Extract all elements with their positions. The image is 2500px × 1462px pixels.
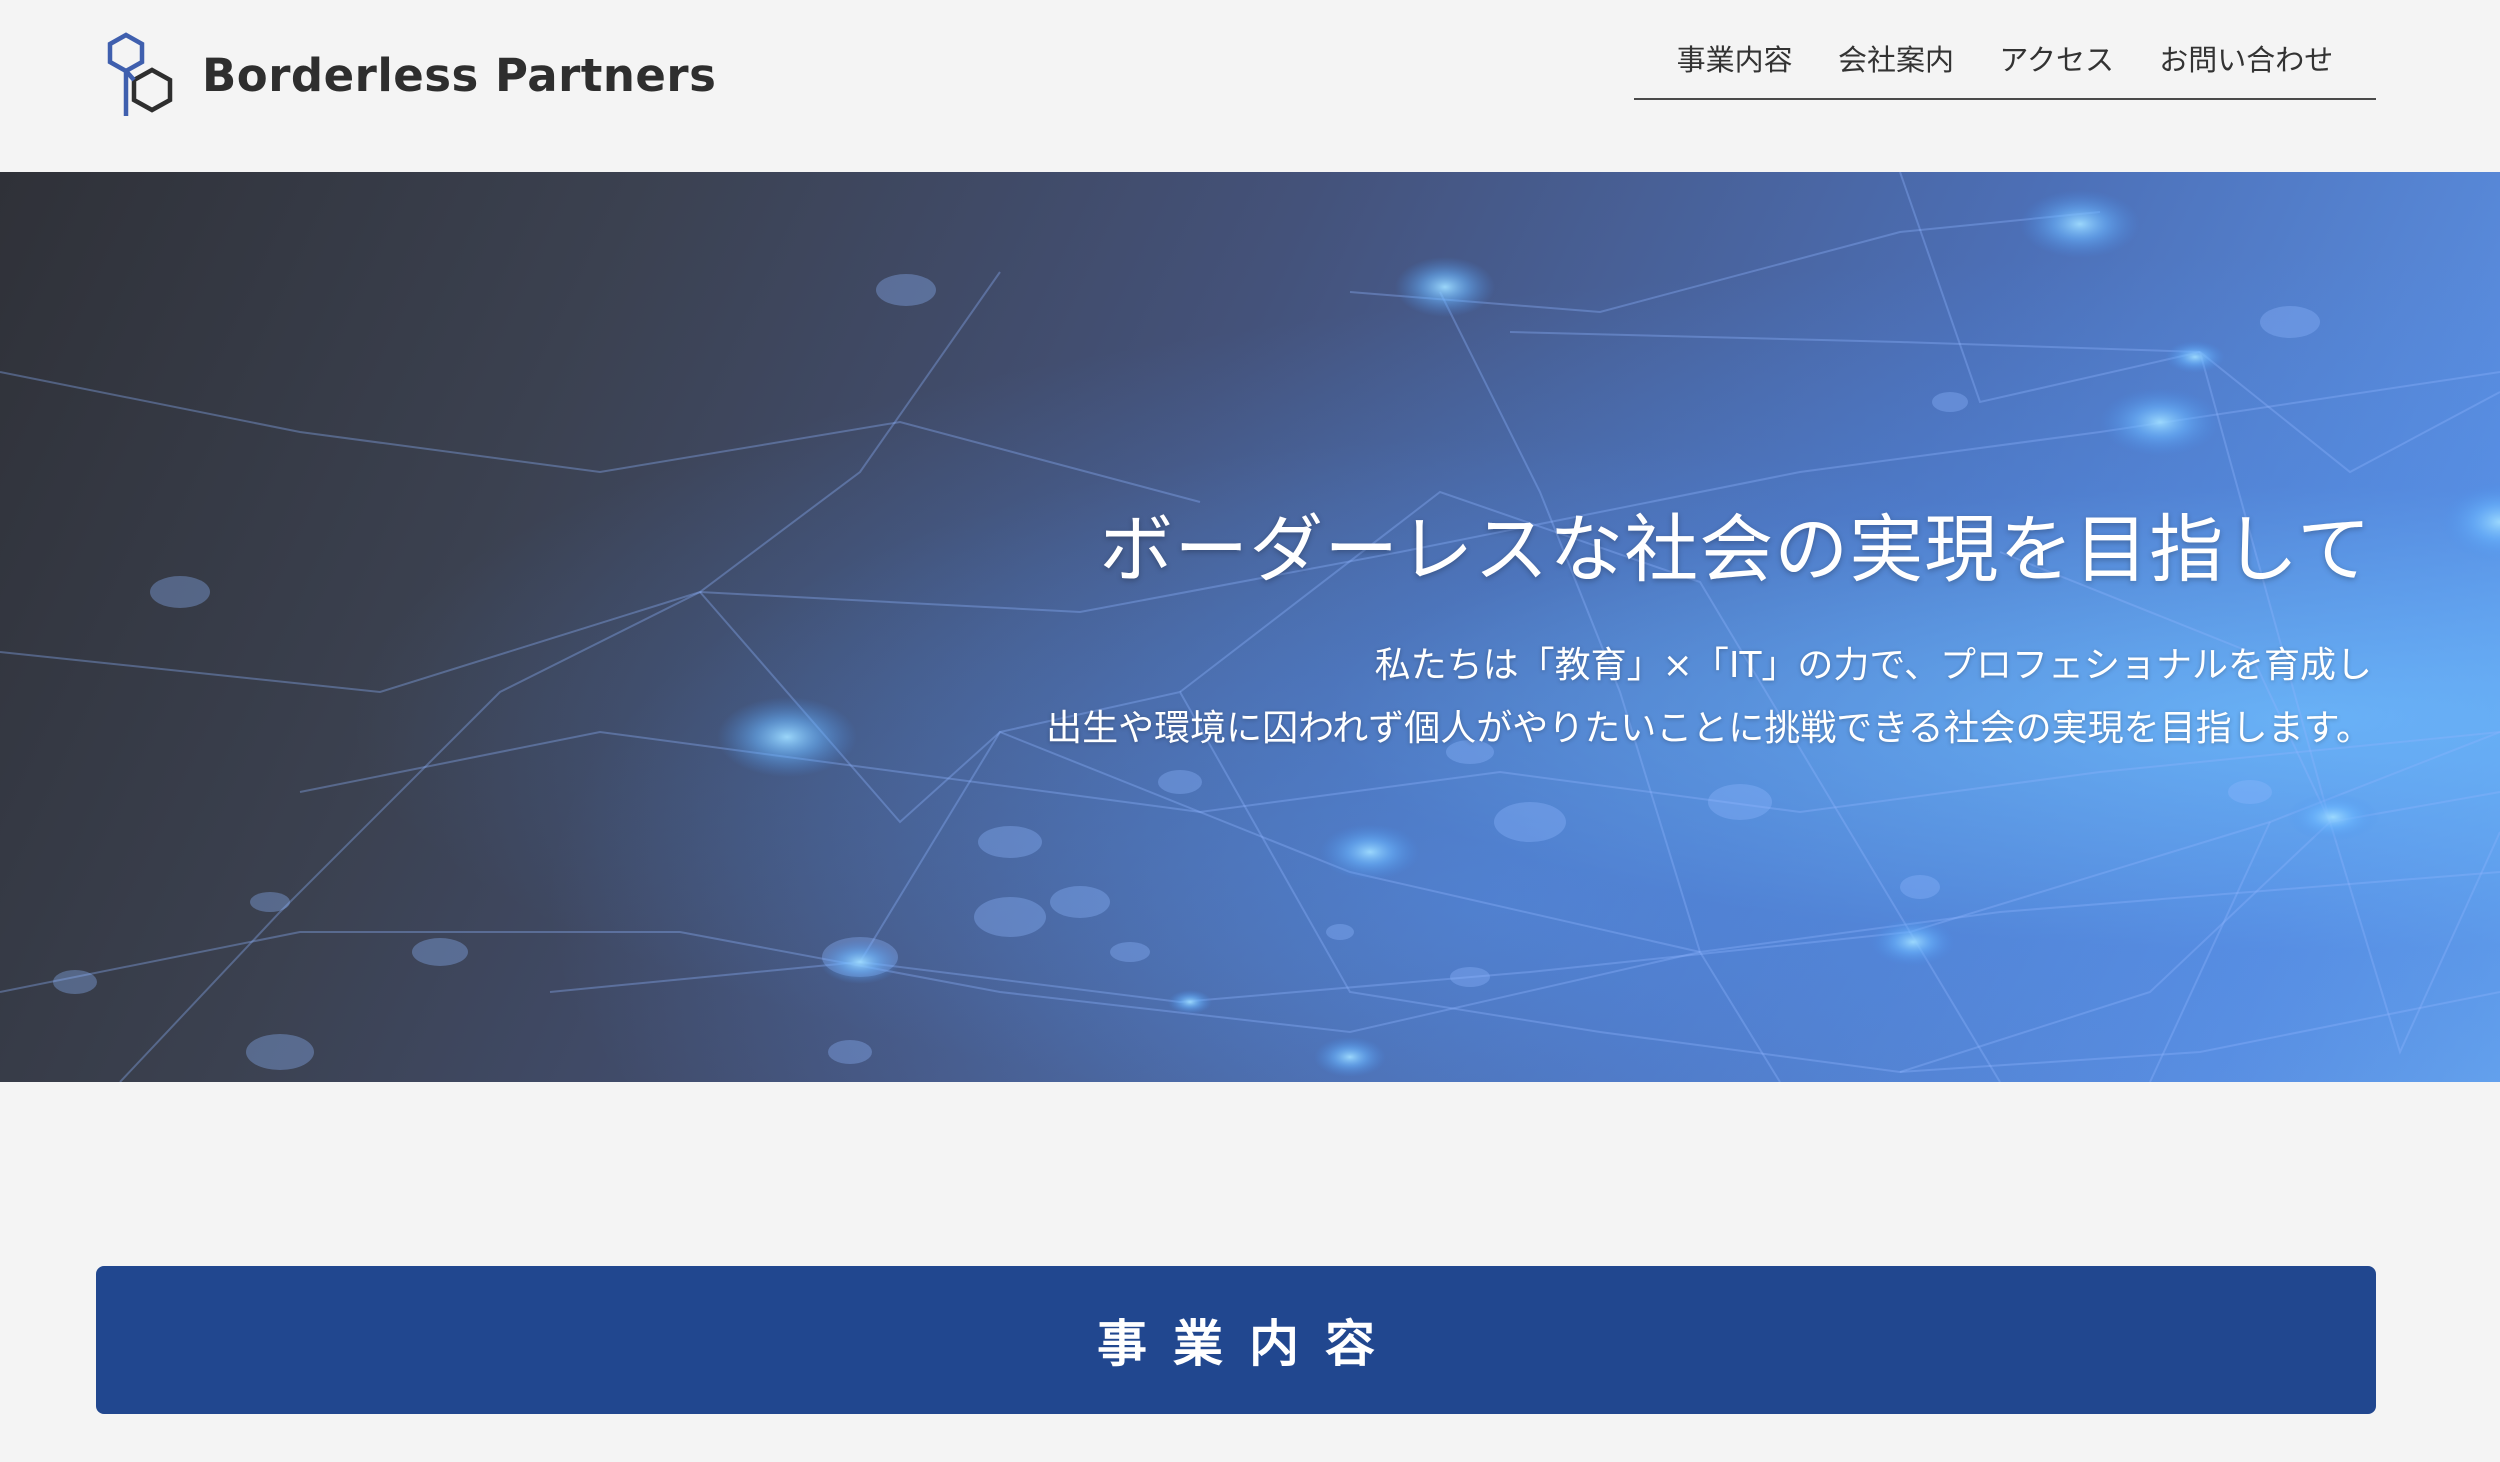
hero-subtitle-line-1: 私たちは「教育」×「IT」の力で、プロフェショナルを育成し [1374,645,2372,686]
nav-item-business[interactable]: 事業内容 [1677,37,1793,89]
global-nav: 事業内容 会社案内 アクセス お問い合わせ [1634,28,2376,100]
nav-item-contact[interactable]: お問い合わせ [2159,37,2333,89]
hero-section: ボーダーレスな社会の実現を目指して 私たちは「教育」×「IT」の力で、プロフェシ… [0,172,2500,1082]
nav-item-access[interactable]: アクセス [1999,37,2114,89]
nav-item-company[interactable]: 会社案内 [1838,37,1954,89]
section-title: 事業内容 [1097,1315,1401,1373]
business-section-banner: 事業内容 [96,1266,2376,1414]
network-background-image [0,172,2500,1082]
logo-link[interactable]: Borderless Partners [104,30,716,120]
hexagon-logo-icon [107,32,173,116]
hero-subtitle-line-2: 出生や環境に囚われず個人がやりたいことに挑戦できる社会の実現を目指します。 [1046,708,2372,749]
hero-subtitle: 私たちは「教育」×「IT」の力で、プロフェショナルを育成し 出生や環境に囚われず… [1046,634,2372,760]
site-header: Borderless Partners 事業内容 会社案内 アクセス お問い合わ… [0,0,2500,172]
logo-text: Borderless Partners [202,48,717,102]
hero-title: ボーダーレスな社会の実現を目指して [1099,507,2372,593]
